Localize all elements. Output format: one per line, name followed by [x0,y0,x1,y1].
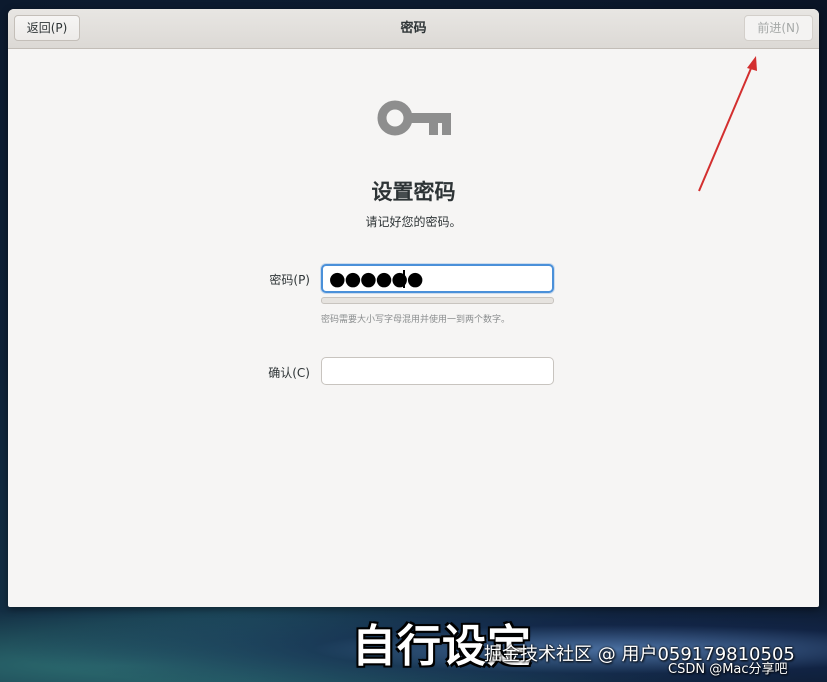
headerbar: 密码 返回(P) 前进(N) [8,9,819,49]
window-title: 密码 [400,21,427,36]
watermark-secondary: CSDN @Mac分享吧 [668,662,788,677]
key-icon [377,100,451,136]
page-title: 设置密码 [371,180,456,204]
page-subtitle: 请记好您的密码。 [365,215,462,229]
text-caret [403,270,405,288]
password-label: 密码(P) [269,273,310,287]
back-button[interactable]: 返回(P) [14,15,80,41]
password-strength-bar [321,297,554,304]
password-input[interactable]: ●●●●●● [321,264,554,293]
setup-window: 密码 返回(P) 前进(N) 设置密码 请记好您的密码。 密码(P) ●●●●●… [8,9,819,607]
password-value: ●●●●●● [329,268,423,290]
next-button[interactable]: 前进(N) [744,15,813,41]
confirm-label: 确认(C) [268,366,310,380]
password-hint: 密码需要大小写字母混用并使用一到两个数字。 [321,315,511,325]
confirm-password-input[interactable] [321,357,554,385]
